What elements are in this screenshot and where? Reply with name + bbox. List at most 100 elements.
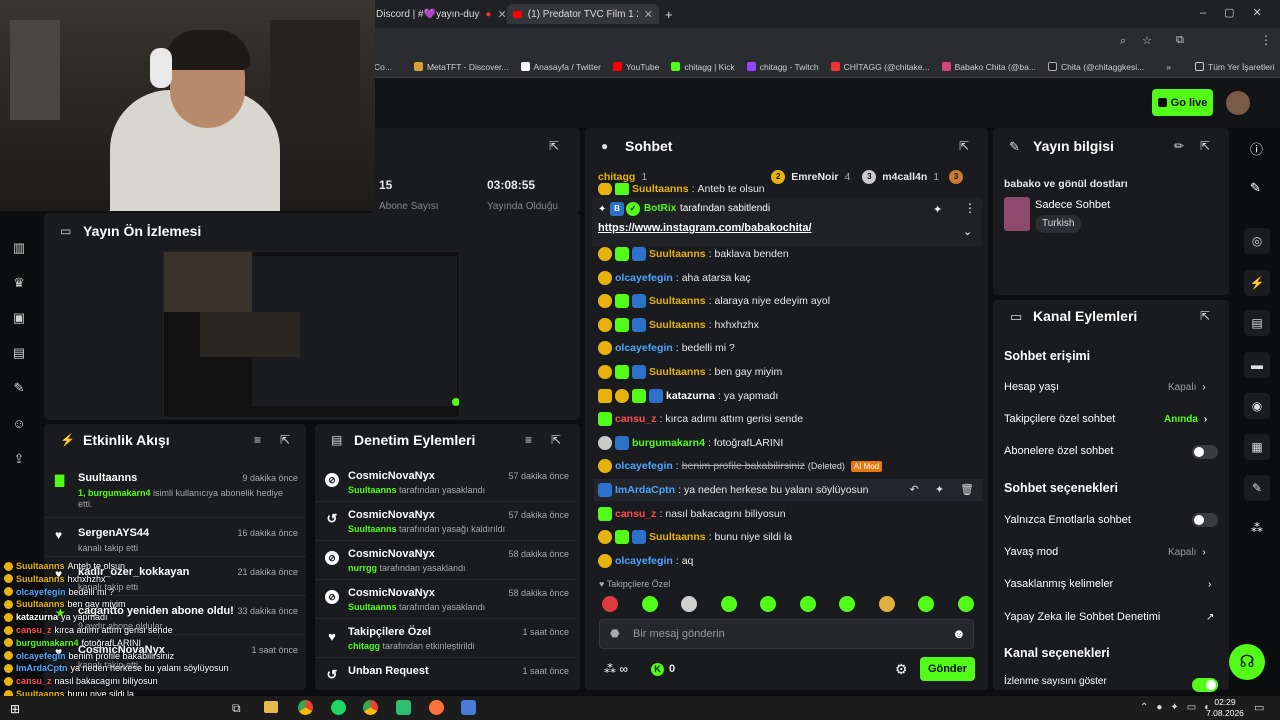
emote-icon[interactable] xyxy=(839,596,855,612)
chat-username[interactable]: Suultaanns xyxy=(649,295,706,307)
new-tab-button[interactable]: + xyxy=(665,4,673,24)
bolt-icon[interactable]: ⚡ xyxy=(1244,270,1270,296)
send-button[interactable]: Gönder xyxy=(920,657,975,681)
undo-icon[interactable]: ↶ xyxy=(910,483,919,496)
moderation-icon[interactable]: ▦ xyxy=(1244,434,1270,460)
chat-username[interactable]: burgumakarn4 xyxy=(632,437,705,449)
popout-icon[interactable]: ⇱ xyxy=(280,433,290,447)
chat-username[interactable]: katazurna xyxy=(666,390,715,402)
chat-username[interactable]: olcayefegin xyxy=(615,272,673,284)
community-icon[interactable]: ⁂ xyxy=(1251,521,1263,535)
windows-start-icon[interactable]: ⊞ xyxy=(10,702,20,716)
slow-mode-setting[interactable]: Yavaş mod Kapalı › xyxy=(1004,542,1218,562)
info-icon[interactable]: ⓘ xyxy=(1250,139,1263,158)
tab-youtube[interactable]: (1) Predator TVC Film 1 24 03 2 ✕ xyxy=(507,4,659,24)
preview-video[interactable] xyxy=(163,251,460,418)
bookmark[interactable]: Co... xyxy=(374,62,392,72)
support-headset-icon[interactable]: ☊ xyxy=(1229,644,1265,680)
users-icon[interactable]: ☺ xyxy=(11,416,27,432)
delete-icon[interactable]: 🗑 xyxy=(960,483,974,496)
chat-username[interactable]: Suultaanns xyxy=(649,531,706,543)
bookmark[interactable]: CHİTAGG (@chitake... xyxy=(830,62,930,72)
pin-icon[interactable]: ✦ xyxy=(935,483,944,496)
emote-icon[interactable] xyxy=(918,596,934,612)
more-icon[interactable]: ⋮ xyxy=(964,201,976,215)
upload-icon[interactable]: ⇪ xyxy=(11,451,27,467)
address-bar[interactable]: ⌕ ☆ ⧉ ⋮ xyxy=(370,28,1280,56)
notes-icon[interactable]: ▤ xyxy=(1244,310,1270,336)
video-icon[interactable]: ▣ xyxy=(11,310,27,326)
emote-icon[interactable] xyxy=(720,596,737,612)
emote-icon[interactable] xyxy=(799,596,816,612)
bookmark[interactable]: Chita (@chitaggkesi... xyxy=(1047,62,1144,72)
clock[interactable]: 02:29 7.08.2026 xyxy=(1205,697,1245,719)
zoom-icon[interactable]: ⌕ xyxy=(1120,35,1126,48)
menu-icon[interactable]: ⋮ xyxy=(1260,33,1272,47)
bookmark[interactable]: YouTube xyxy=(612,62,659,72)
explorer-icon[interactable] xyxy=(264,701,278,713)
pen-icon[interactable]: ✎ xyxy=(1250,180,1261,196)
emote-icon[interactable] xyxy=(878,596,895,612)
pin-icon[interactable]: ✦ xyxy=(933,203,942,216)
notification-icon[interactable]: ▭ xyxy=(1254,701,1264,714)
pinned-link[interactable]: https://www.instagram.com/babakochita/ xyxy=(598,222,812,234)
chevron-down-icon[interactable]: ⌄ xyxy=(963,225,972,238)
chat-username[interactable]: cansu_z xyxy=(615,413,656,425)
window-controls[interactable]: –▢✕ xyxy=(1200,6,1280,19)
popout-icon[interactable]: ⇱ xyxy=(1200,139,1210,153)
bookmark[interactable]: Babako Chita (@ba... xyxy=(941,62,1036,72)
go-live-button[interactable]: Go live xyxy=(1152,89,1213,116)
banned-words-setting[interactable]: Yasaklanmış kelimeler › xyxy=(1004,574,1218,594)
avatar[interactable] xyxy=(1226,91,1250,115)
ai-moderation-setting[interactable]: Yapay Zeka ile Sohbet Denetimi ↗ xyxy=(1004,607,1218,627)
trophy-icon[interactable]: ♛ xyxy=(11,275,27,291)
chart-icon[interactable]: ▤ xyxy=(11,345,27,361)
close-icon[interactable]: ✕ xyxy=(497,8,506,21)
star-icon[interactable]: ☆ xyxy=(1142,34,1152,47)
popout-icon[interactable]: ⇱ xyxy=(551,433,561,447)
camera-icon[interactable]: ◎ xyxy=(1244,228,1270,254)
chat-username[interactable]: olcayefegin xyxy=(615,460,673,472)
taskview-icon[interactable]: ⧉ xyxy=(232,701,241,716)
emote-icon[interactable] xyxy=(681,596,697,612)
wrench-icon[interactable]: ✎ xyxy=(11,380,27,396)
chat-username[interactable]: olcayefegin xyxy=(615,342,673,354)
spotify-icon[interactable] xyxy=(331,700,346,715)
gear-icon[interactable]: ⚙ xyxy=(895,661,908,678)
firefox-icon[interactable] xyxy=(429,700,444,715)
bookmark[interactable]: Anasayfa / Twitter xyxy=(520,62,601,72)
chat-username[interactable]: ImArdaCptn xyxy=(615,484,675,496)
more-bookmarks[interactable]: » xyxy=(1166,62,1171,72)
chat-icon[interactable]: ▬ xyxy=(1244,352,1270,378)
bookmark[interactable]: chitagg | Kick xyxy=(671,62,735,72)
emoji-icon[interactable]: ☻ xyxy=(952,626,966,641)
app-icon[interactable] xyxy=(396,700,411,715)
bookmark[interactable]: chitagg - Twitch xyxy=(746,62,819,72)
chat-username[interactable]: cansu_z xyxy=(615,508,656,520)
community-icon[interactable]: ⁂ ∞ xyxy=(604,662,628,676)
all-bookmarks[interactable]: Tüm Yer İşaretleri xyxy=(1195,62,1275,72)
chat-username[interactable]: olcayefegin xyxy=(615,555,673,567)
extensions-icon[interactable]: ⧉ xyxy=(1176,34,1184,47)
popout-icon[interactable]: ⇱ xyxy=(959,139,969,153)
emote-icon[interactable] xyxy=(602,596,618,612)
analytics-icon[interactable]: ▥ xyxy=(11,240,27,256)
chat-username[interactable]: Suultaanns xyxy=(649,248,706,260)
chrome-icon[interactable] xyxy=(298,700,313,715)
chat-username[interactable]: Suultaanns xyxy=(649,319,706,331)
popout-icon[interactable]: ⇱ xyxy=(1200,309,1210,323)
app-icon[interactable] xyxy=(461,700,476,715)
close-icon[interactable]: ✕ xyxy=(644,8,653,21)
emote-icon[interactable] xyxy=(760,596,776,612)
filter-icon[interactable]: ≡ xyxy=(525,433,532,447)
tab-discord[interactable]: Discord | #💜yayın-duy ● ✕ xyxy=(376,4,507,24)
account-age-setting[interactable]: Hesap yaşı Kapalı › xyxy=(1004,377,1218,397)
emotes-only-toggle[interactable] xyxy=(1192,513,1218,527)
emote-icon[interactable] xyxy=(641,596,658,612)
subs-chat-toggle[interactable] xyxy=(1192,445,1218,459)
filter-icon[interactable]: ≡ xyxy=(254,433,261,447)
followers-chat-setting[interactable]: Takipçilere özel sohbet Anında › xyxy=(1004,409,1218,429)
popout-icon[interactable]: ⇱ xyxy=(549,139,559,153)
emote-icon[interactable] xyxy=(957,596,974,612)
broadcast-icon[interactable]: ◉ xyxy=(1244,393,1270,419)
